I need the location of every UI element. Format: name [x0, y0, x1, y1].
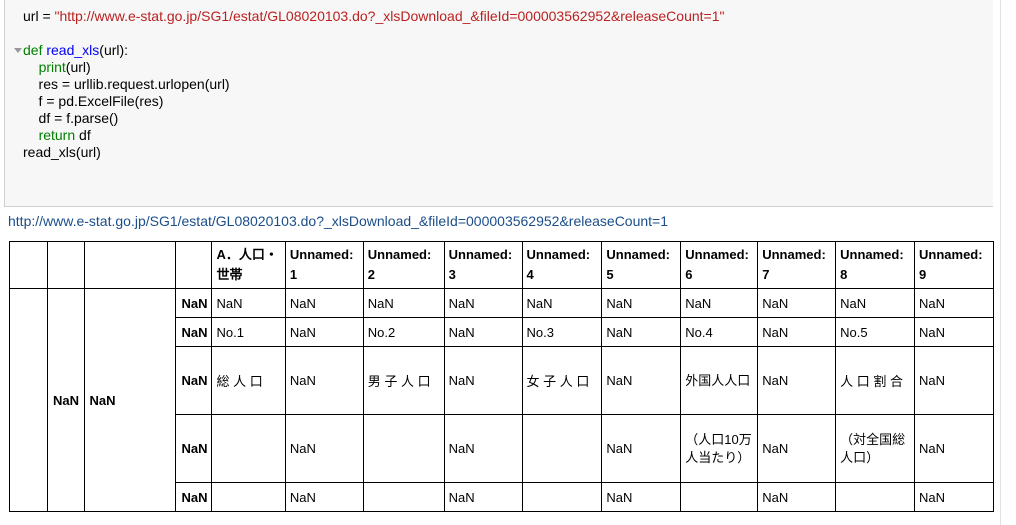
index-level-1-cell	[9, 288, 48, 512]
table-cell: NaN	[757, 482, 837, 512]
code-line-1: url = "http://www.e-stat.go.jp/SG1/estat…	[23, 8, 725, 24]
code-line-5: res = urllib.request.urlopen(url)	[23, 76, 230, 92]
table-cell: No.1	[211, 317, 286, 347]
table-cell: 男 子 人 口	[362, 346, 445, 415]
table-cell: NaN	[835, 288, 916, 318]
table-cell: NaN	[601, 414, 682, 483]
table-cell: NaN	[601, 288, 682, 318]
table-cell: NaN	[443, 414, 523, 483]
table-row: NaN NaN NaN NaN NaN NaN NaN NaN NaN NaN …	[9, 288, 994, 512]
row-index-cell: NaN	[174, 482, 213, 512]
row-index-cell: NaN	[174, 288, 213, 318]
row-index-cell: NaN	[174, 414, 213, 483]
table-cell: NaN	[443, 482, 523, 512]
table-cell: NaN	[914, 288, 994, 318]
table-cell: NaN	[443, 288, 523, 318]
table-cell: 人 口 割 合	[835, 346, 916, 415]
index-header-4	[174, 241, 213, 289]
code-line-9: read_xls(url)	[23, 144, 101, 160]
row-index-cell: NaN	[174, 317, 213, 347]
dataframe-output: A．人口・世帯 Unnamed: 1 Unnamed: 2 Unnamed: 3…	[9, 241, 994, 525]
table-cell	[211, 414, 286, 483]
table-cell: NaN	[914, 414, 994, 483]
index-header-1	[9, 241, 48, 289]
table-cell: No.5	[835, 317, 916, 347]
code-line-4: print(url)	[38, 59, 91, 75]
column-header: Unnamed: 3	[443, 241, 523, 289]
table-cell: No.4	[680, 317, 759, 347]
table-header-row: A．人口・世帯 Unnamed: 1 Unnamed: 2 Unnamed: 3…	[9, 241, 994, 289]
table-cell: （対全国総人口）	[835, 414, 916, 483]
table-cell	[362, 414, 445, 483]
table-cell: NaN	[914, 346, 994, 415]
dataframe-table: A．人口・世帯 Unnamed: 1 Unnamed: 2 Unnamed: 3…	[9, 241, 994, 512]
table-cell: NaN	[914, 482, 994, 512]
table-cell: No.2	[362, 317, 445, 347]
table-cell: NaN	[284, 317, 364, 347]
table-cell: NaN	[757, 414, 837, 483]
code-line-3: def read_xls(url):	[23, 42, 129, 58]
column-header: Unnamed: 1	[284, 241, 364, 289]
table-cell: NaN	[284, 288, 364, 318]
table-cell: NaN	[284, 346, 364, 415]
table-cell: NaN	[601, 317, 682, 347]
table-cell: NaN	[914, 317, 994, 347]
code-line-6: f = pd.ExcelFile(res)	[23, 93, 164, 109]
output-url-text: http://www.e-stat.go.jp/SG1/estat/GL0802…	[8, 213, 669, 229]
fold-toggle-icon[interactable]	[14, 48, 22, 53]
code-editor[interactable]: url = "http://www.e-stat.go.jp/SG1/estat…	[23, 8, 724, 161]
table-cell: NaN	[284, 482, 364, 512]
column-header: Unnamed: 4	[521, 241, 603, 289]
column-header: Unnamed: 6	[680, 241, 759, 289]
notebook-scrollbar[interactable]	[993, 0, 1016, 525]
code-cell-input[interactable]: url = "http://www.e-stat.go.jp/SG1/estat…	[4, 0, 994, 207]
table-cell: NaN	[757, 346, 837, 415]
table-cell: NaN	[443, 346, 523, 415]
table-cell: NaN	[362, 288, 445, 318]
code-line-8: return df	[38, 127, 91, 143]
index-header-2	[46, 241, 86, 289]
table-cell	[362, 482, 445, 512]
column-header: Unnamed: 7	[757, 241, 837, 289]
table-cell	[521, 482, 603, 512]
column-header: Unnamed: 5	[601, 241, 682, 289]
table-cell: NaN	[680, 288, 759, 318]
table-cell: NaN	[601, 346, 682, 415]
index-level-2-cell: NaN	[46, 288, 86, 512]
table-cell: 女 子 人 口	[521, 346, 603, 415]
table-cell: （人口10万人当たり）	[680, 414, 759, 483]
table-cell: NaN	[443, 317, 523, 347]
table-cell	[211, 482, 286, 512]
table-cell: NaN	[601, 482, 682, 512]
table-cell	[521, 414, 603, 483]
index-level-3-cell: NaN	[84, 288, 176, 512]
table-cell: NaN	[757, 288, 837, 318]
table-cell: NaN	[757, 317, 837, 347]
table-cell: NaN	[284, 414, 364, 483]
row-index-cell: NaN	[174, 346, 213, 415]
index-header-3	[84, 241, 176, 289]
column-header: Unnamed: 9	[914, 241, 994, 289]
column-header: Unnamed: 2	[362, 241, 445, 289]
table-cell: No.3	[521, 317, 603, 347]
table-cell: 外国人人口	[680, 346, 759, 415]
column-header: Unnamed: 8	[835, 241, 916, 289]
column-header: A．人口・世帯	[211, 241, 286, 289]
table-cell	[680, 482, 759, 512]
table-cell: NaN	[521, 288, 603, 318]
table-cell: 総 人 口	[211, 346, 286, 415]
table-cell: NaN	[211, 288, 286, 318]
code-line-7: df = f.parse()	[23, 110, 119, 126]
table-cell	[835, 482, 916, 512]
